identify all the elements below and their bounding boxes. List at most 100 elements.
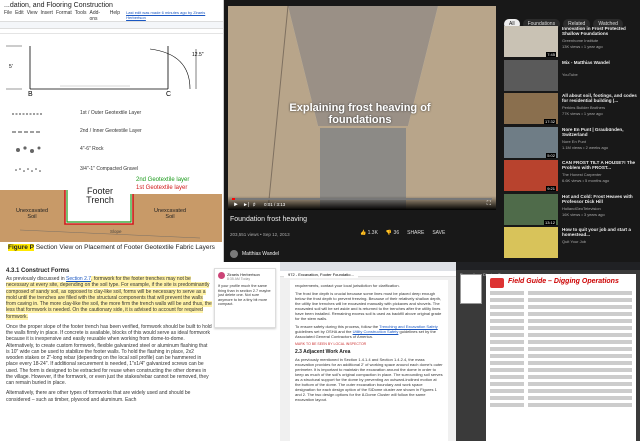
pdf-column-1 [490,291,524,410]
pdf-window: Excavation - Digging Opera... Field Guid… [456,262,640,441]
article-body: 4.3.1 Construct Forms As previously disc… [6,268,212,403]
figure-number: Figure P [8,244,35,251]
doc2-tabbar: 972 - Excavation, Footer Foundatio... [280,262,456,278]
rock-swatch [16,146,41,153]
menu-edit[interactable]: Edit [15,10,24,22]
related-video[interactable]: How to quit your job and start a homeste… [504,227,638,260]
geo2-label: 2nd Geotextile layer [136,177,190,183]
like-button[interactable]: 👍 1.3K [360,230,378,236]
related-duration: 5:02 [546,152,556,158]
related-meta: 1.1M views • 2 weeks ago [562,144,609,150]
volume-icon[interactable]: ♯ [253,202,256,208]
article-paragraph-3: Alternatively, there are other types of … [6,390,191,403]
article-panel: 4.3.1 Construct Forms As previously disc… [0,262,280,441]
related-title[interactable]: Hot and Cold: Frost Heaves with Professo… [562,194,638,205]
article-paragraph-2: Once the proper slope of the footer tren… [6,323,212,386]
doc-toolbar [0,22,223,29]
comment-text: If your profile much the same thing than… [218,284,271,307]
menu-tools[interactable]: Tools [75,10,87,22]
label-b: B [28,91,33,98]
legend-rock: 4"-6" Rock [80,146,104,152]
section-link[interactable]: Section 2.7 [66,276,91,282]
related-title[interactable]: CAN FROST TILT A HOUSE?! The Problem wit… [562,160,638,171]
channel-avatar[interactable] [230,250,238,258]
related-panel: All Foundations Related Watched 7:45 Innovat… [500,0,640,262]
pdf-thumbnail[interactable] [460,274,482,304]
related-title[interactable]: All about soil, footings, and codes for … [562,93,638,104]
video-title: Foundation frost heaving [230,216,308,223]
related-title[interactable]: Mix - Matthias Wandel [562,60,638,65]
label-c: C [166,91,172,98]
doc2-p2: The frost line depth is crucial because … [295,291,442,321]
related-video[interactable]: Mix - Matthias Wandel YouTube [504,59,638,93]
p1-start: As previously discussed in [6,276,67,282]
related-channel: Quit Your Job [562,239,587,244]
share-button[interactable]: SHARE [407,230,424,236]
doc-window: ...dation, and Flooring Construction Fil… [0,0,224,262]
video-actions: 👍 1.3K 👎 36 SHARE SAVE [360,230,445,236]
pdf-table [490,291,632,410]
comment-date: 8:35 AM Today [227,277,251,281]
related-video[interactable]: 13:12 Hot and Cold: Frost Heaves with Pro… [504,193,638,227]
footer-drawing [0,45,222,242]
related-video[interactable]: 9:21 CAN FROST TILT A HOUSE?! The Problem… [504,160,638,193]
dislike-count: 36 [393,230,400,236]
related-duration: 9:21 [546,186,556,191]
play-icon[interactable]: ► [233,202,239,208]
channel-name[interactable]: Matthias Wandel [242,251,279,257]
related-thumbnail[interactable] [504,227,558,258]
next-icon[interactable]: ►| [243,202,249,208]
doc2-p1: requirements, contact your local jurisdi… [295,283,400,288]
article-paragraph-1: As previously discussed in Section 2.7, … [6,276,212,320]
figure-caption: Figure P Section View on Placement of Fo… [8,244,215,251]
pdf-column-2 [528,291,632,410]
doc2-window: 972 - Excavation, Footer Foundatio... re… [280,262,456,441]
figure-caption-text: Section View on Placement of Footer Geot… [35,244,215,251]
menu-insert[interactable]: Insert [40,10,53,22]
pdf-page: Field Guide – Digging Operations [486,274,636,441]
pdf-title: Field Guide – Digging Operations [508,278,619,285]
related-video[interactable]: 17:32 All about soil, footings, and codes… [504,93,638,126]
video-controls: ► ►| ♯ 0:01 / 3:13 ⛶ [228,196,496,210]
legend-inner: 2nd / Inner Geotextile Layer [80,128,142,134]
doc-menu: File Edit View Insert Format Tools Add-ons Help… [4,10,219,22]
related-title[interactable]: Innovation in Frost Protected Shallow Fo… [562,26,638,37]
legend-gravel: 3/4"-1" Compacted Gravel [80,166,139,172]
pdf-logo [490,278,504,288]
doc2-note: MARK TO BE SEEN BY LOCAL INSPECTOR [295,342,367,346]
save-button[interactable]: SAVE [432,230,445,236]
comment-avatar [218,272,225,279]
progress-fill [232,198,235,200]
menu-file[interactable]: File [4,10,12,22]
unexcavated-right: Unexcavated Soil [153,208,187,220]
related-meta: 16K views • 3 years ago [562,211,605,217]
dislike-button[interactable]: 👎 36 [386,230,399,236]
doc2-tab[interactable]: 972 - Excavation, Footer Foundatio... [284,271,358,278]
fullscreen-icon[interactable]: ⛶ [487,201,491,208]
video-views: 203,551 views • Sep 12, 2013 [230,232,290,237]
slope-label: Slope [110,229,122,234]
progress-bar[interactable] [232,198,492,200]
related-meta: 13K views • 1 year ago [562,44,603,49]
menu-help[interactable]: Help [110,10,120,22]
related-thumbnail[interactable] [504,59,558,91]
menu-addons[interactable]: Add-ons [89,10,106,22]
video-panel: Explaining frost heaving of foundations … [224,0,500,262]
gravel-swatch [15,168,41,172]
related-duration: 7:45 [546,52,556,57]
menu-view[interactable]: View [27,10,38,22]
comment-card[interactable]: Ziraeis Herbertson 8:35 AM Today If your… [214,268,276,328]
like-count: 1.3K [367,230,378,236]
pdf-body [490,291,632,410]
related-video[interactable]: 7:45 Innovation in Frost Protected Shallo… [504,26,638,59]
menu-format[interactable]: Format [56,10,72,22]
doc-title[interactable]: ...dation, and Flooring Construction [4,2,219,9]
doc2-heading: 2.3 Adjacent Work Area [295,349,351,355]
related-title[interactable]: Nore En Punt | Graubünden, Switzerland [562,127,638,138]
video-player[interactable]: Explaining frost heaving of foundations … [228,6,496,210]
related-title[interactable]: How to quit your job and start a homeste… [562,227,638,238]
last-edit-link[interactable]: Last edit was made 6 minutes ago by Zira… [126,10,219,22]
p1-rest: , formwork for the footer trenches may n… [6,276,212,320]
related-video[interactable]: 5:02 Nore En Punt | Graubünden, Switzerla… [504,126,638,160]
dim-right-label: 12.5" [192,52,204,58]
